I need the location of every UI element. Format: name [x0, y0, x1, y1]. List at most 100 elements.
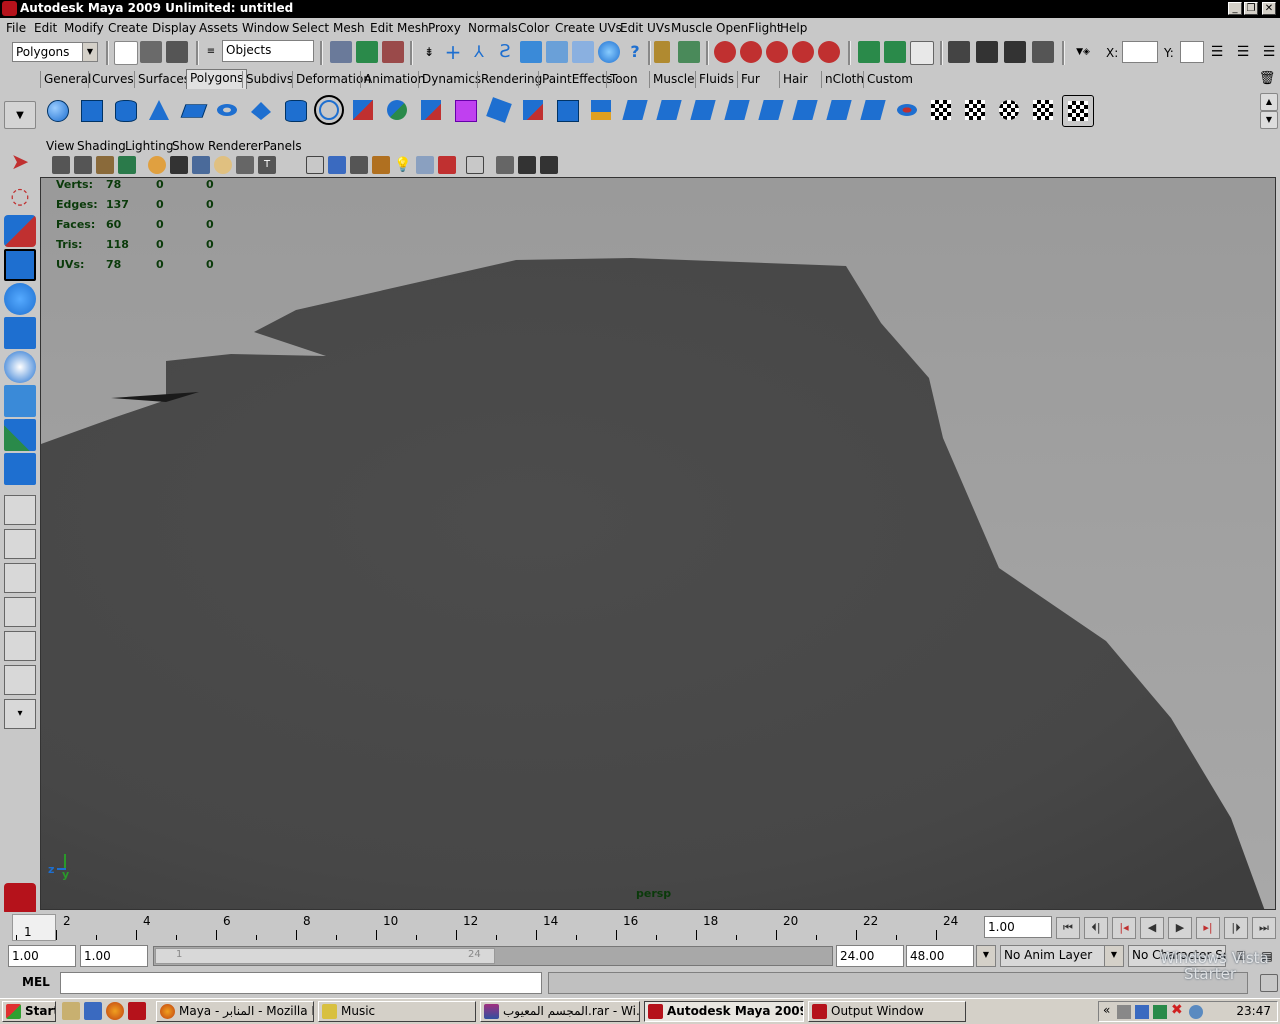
offset-edge-loop-icon[interactable] — [756, 95, 786, 125]
joint-mask-icon[interactable]: ⅄ — [468, 41, 490, 63]
range-menu-dropdown[interactable]: ▼ — [976, 945, 996, 967]
menuset-dropdown[interactable]: Polygons ▼ — [12, 42, 98, 62]
poly-sphere-icon[interactable] — [42, 95, 72, 125]
film-gate-icon[interactable] — [170, 156, 188, 174]
select-by-component-icon[interactable] — [382, 41, 404, 63]
image-plane-icon[interactable] — [118, 156, 136, 174]
sculpt-geometry-icon[interactable] — [892, 95, 922, 125]
lasso-tool-icon[interactable]: ◌ — [4, 181, 36, 213]
current-frame-marker[interactable]: 1 — [12, 914, 56, 941]
extract-icon[interactable] — [416, 95, 446, 125]
tab-hair[interactable]: Hair — [779, 71, 811, 88]
menu-proxy[interactable]: Proxy — [428, 21, 461, 35]
render-view-icon[interactable] — [948, 41, 970, 63]
poly-prism-icon[interactable] — [246, 95, 276, 125]
panel-menu-shading[interactable]: Shading — [77, 139, 126, 153]
wireframe-icon[interactable] — [306, 156, 324, 174]
snap-to-grid-icon[interactable] — [714, 41, 736, 63]
append-polygon-icon[interactable] — [654, 95, 684, 125]
render-current-frame-icon[interactable] — [976, 41, 998, 63]
save-scene-icon[interactable] — [166, 41, 188, 63]
lock-selection-icon[interactable] — [654, 41, 670, 63]
command-input[interactable] — [60, 972, 542, 994]
output-connections-icon[interactable] — [884, 41, 906, 63]
universal-manipulator-icon[interactable] — [4, 351, 36, 383]
command-language-label[interactable]: MEL — [22, 975, 50, 989]
maximize-button[interactable]: ❐ — [1244, 2, 1258, 15]
close-button[interactable]: ✕ — [1262, 2, 1276, 15]
bookmarks-icon[interactable] — [96, 156, 114, 174]
step-back-key-button[interactable]: |◂ — [1112, 917, 1136, 939]
tab-custom[interactable]: Custom — [863, 71, 916, 88]
new-scene-icon[interactable] — [114, 41, 138, 65]
poly-cube-icon[interactable] — [76, 95, 106, 125]
select-by-object-icon[interactable] — [356, 41, 378, 63]
input-mode-icon[interactable]: ▼◈ — [1072, 41, 1094, 63]
soft-modification-tool-icon[interactable] — [4, 385, 36, 417]
snap-to-curve-icon[interactable] — [740, 41, 762, 63]
tray-expand-icon[interactable]: « — [1103, 1003, 1110, 1017]
xray-icon[interactable] — [496, 156, 514, 174]
xray-active-components-icon[interactable] — [540, 156, 558, 174]
insert-edge-loop-icon[interactable] — [722, 95, 752, 125]
tray-volume-icon[interactable] — [1189, 1005, 1203, 1019]
extrude-icon[interactable] — [552, 95, 582, 125]
shelf-scroll-up-icon[interactable]: ▲ — [1260, 93, 1278, 111]
select-camera-icon[interactable] — [52, 156, 70, 174]
maya-quicklaunch-icon[interactable] — [128, 1002, 146, 1020]
highlight-selection-icon[interactable] — [678, 41, 700, 63]
mirror-geometry-icon[interactable] — [518, 95, 548, 125]
snap-to-view-plane-icon[interactable] — [792, 41, 814, 63]
tray-error-icon[interactable]: ✖ — [1171, 1002, 1183, 1018]
minimize-button[interactable]: _ — [1228, 2, 1242, 15]
end-time-field[interactable]: 48.00 — [906, 945, 974, 967]
field-chart-icon[interactable] — [236, 156, 254, 174]
boolean-icon[interactable] — [484, 95, 514, 125]
render-settings-icon[interactable] — [1032, 41, 1054, 63]
trash-icon[interactable]: 🗑 — [1258, 68, 1276, 90]
task-firefox[interactable]: Maya - المنابر - Mozilla Fir... — [156, 1001, 314, 1022]
construction-history-icon[interactable] — [910, 41, 934, 65]
tray-network-icon[interactable] — [1135, 1005, 1149, 1019]
ipr-render-icon[interactable] — [1004, 41, 1026, 63]
menu-edit-mesh[interactable]: Edit Mesh — [370, 21, 429, 35]
misc-mask-icon[interactable]: ? — [624, 41, 646, 63]
layout-persp-outliner-icon[interactable] — [4, 563, 36, 593]
range-slider[interactable]: 1 24 — [153, 946, 833, 966]
render-mask-icon[interactable] — [598, 41, 620, 63]
isolate-select-icon[interactable] — [466, 156, 484, 174]
spherical-mapping-icon[interactable] — [994, 95, 1024, 125]
bridge-icon[interactable] — [620, 95, 650, 125]
deformer-mask-icon[interactable] — [546, 41, 568, 63]
panel-menu-panels[interactable]: Panels — [263, 139, 302, 153]
textured-icon[interactable] — [372, 156, 390, 174]
surface-mask-icon[interactable] — [520, 41, 542, 63]
start-button[interactable]: Start — [2, 1001, 56, 1022]
anim-end-time-field[interactable]: 24.00 — [836, 945, 904, 967]
curve-mask-icon[interactable]: Ƨ — [494, 41, 516, 63]
paint-select-tool-icon[interactable] — [4, 215, 36, 247]
mask-toggle-icon[interactable]: ⇟ — [418, 41, 440, 63]
firefox-icon[interactable] — [106, 1002, 124, 1020]
quicklaunch-app-icon[interactable] — [84, 1002, 102, 1020]
layout-hypershade-icon[interactable] — [4, 631, 36, 661]
menu-help[interactable]: Help — [780, 21, 807, 35]
smooth-icon[interactable] — [450, 95, 480, 125]
select-all-icon[interactable]: + — [442, 41, 464, 63]
tab-fluids[interactable]: Fluids — [695, 71, 737, 88]
script-editor-icon[interactable] — [1260, 974, 1278, 992]
dynamics-mask-icon[interactable] — [572, 41, 594, 63]
menu-select[interactable]: Select — [292, 21, 329, 35]
menu-modify[interactable]: Modify — [64, 21, 104, 35]
step-back-frame-button[interactable]: ⏴| — [1084, 917, 1108, 939]
panel-menu-renderer[interactable]: Renderer — [208, 139, 263, 153]
shelf-scroll-down-icon[interactable]: ▼ — [1260, 111, 1278, 129]
poke-face-icon[interactable] — [790, 95, 820, 125]
menu-edit[interactable]: Edit — [34, 21, 57, 35]
panel-menu-show[interactable]: Show — [172, 139, 204, 153]
tab-muscle[interactable]: Muscle — [649, 71, 698, 88]
menu-openflight[interactable]: OpenFlight — [716, 21, 782, 35]
poly-plane-icon[interactable] — [178, 95, 208, 125]
combine-icon[interactable] — [348, 95, 378, 125]
perspective-viewport[interactable]: Verts: 78 0 0 Edges: 137 0 0 Faces: 60 0… — [40, 177, 1276, 910]
